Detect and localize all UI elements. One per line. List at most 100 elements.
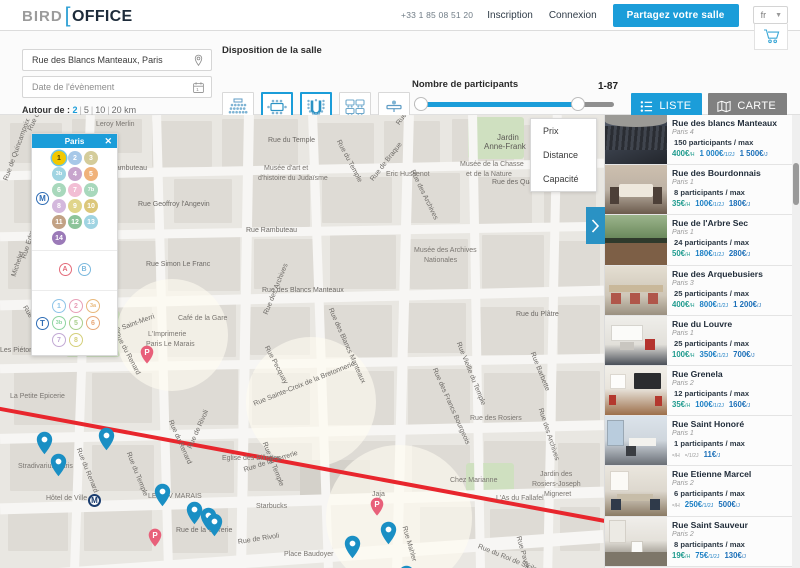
price-hour: 400€ (672, 300, 689, 309)
parking-marker[interactable]: P (148, 528, 162, 547)
metro-line-8[interactable]: 8 (52, 199, 66, 213)
location-field[interactable] (22, 49, 212, 71)
results-scrollbar-thumb[interactable] (793, 163, 799, 205)
price-hour: 50€ (672, 249, 685, 258)
metro-line-2[interactable]: 2 (68, 151, 82, 165)
result-card[interactable]: Rue de l'Arbre Sec Paris 1 24 participan… (605, 215, 800, 265)
price-day: 500€ (718, 500, 735, 509)
tram-line-1[interactable]: 1 (52, 299, 66, 313)
tram-line-2[interactable]: 2 (69, 299, 83, 313)
participants-slider[interactable] (414, 97, 614, 111)
result-info: Rue de l'Arbre Sec Paris 1 24 participan… (667, 215, 800, 264)
metro-line-14[interactable]: 14 (52, 231, 66, 245)
map-canvas[interactable]: Rue du Bouleau Leroy Merlin Jardin Anne-… (0, 115, 604, 568)
logo-text-bird: BIRD (22, 8, 63, 25)
result-name: Rue de l'Arbre Sec (672, 218, 798, 228)
price-hour-unit: /H (689, 353, 694, 359)
metro-line-5[interactable]: 5 (84, 167, 98, 181)
tram-line-5[interactable]: 5 (69, 316, 83, 330)
price-halfday-unit: /1/2J (723, 152, 734, 158)
result-card[interactable]: Rue Saint Sauveur Paris 2 8 participants… (605, 517, 800, 567)
date-input[interactable] (32, 82, 192, 92)
slider-handle-min[interactable] (414, 97, 428, 111)
radius-option-10[interactable]: 10 (95, 105, 105, 115)
metro-line-9[interactable]: 9 (68, 199, 82, 213)
tram-line-8[interactable]: 8 (69, 333, 83, 347)
venue-marker[interactable] (154, 483, 171, 507)
tram-line-3a[interactable]: 3a (86, 299, 100, 313)
map-icon (717, 100, 731, 113)
slider-fill (420, 102, 578, 107)
radius-option-20[interactable]: 20 (112, 105, 122, 115)
results-scrollbar[interactable] (792, 115, 800, 568)
price-halfday-unit: /1/2J (717, 353, 728, 359)
result-info: Rue des blancs Manteaux Paris 4 150 part… (667, 115, 800, 164)
venue-marker[interactable] (380, 521, 397, 545)
login-link[interactable]: Connexion (549, 10, 597, 21)
metro-line-4[interactable]: 4 (68, 167, 82, 181)
result-card[interactable]: Rue des Arquebusiers Paris 3 25 particip… (605, 266, 800, 316)
metro-station-marker[interactable]: M (88, 494, 101, 507)
result-thumbnail (605, 517, 667, 566)
share-room-button[interactable]: Partagez votre salle (613, 4, 739, 27)
result-card[interactable]: Rue Saint Honoré Paris 1 1 participants … (605, 416, 800, 466)
language-selector[interactable]: fr ▼ (753, 6, 788, 24)
metro-line-13[interactable]: 13 (84, 215, 98, 229)
results-list[interactable]: Rue des blancs Manteaux Paris 4 150 part… (604, 115, 800, 568)
tram-line-6[interactable]: 6 (86, 316, 100, 330)
expand-map-button[interactable] (586, 207, 605, 244)
sort-option-capacite[interactable]: Capacité (531, 167, 596, 191)
cart-button[interactable] (754, 24, 788, 50)
result-card[interactable]: Rue des Bourdonnais Paris 1 8 participan… (605, 165, 800, 215)
date-field[interactable]: 1 (22, 76, 212, 98)
result-prices: 19€/H 75€/1/2J 130€/J (672, 551, 798, 562)
sort-option-distance[interactable]: Distance (531, 143, 596, 167)
price-halfday: 100€ (695, 199, 712, 208)
metro-line-11[interactable]: 11 (52, 215, 66, 229)
metro-line-6[interactable]: 6 (52, 183, 66, 197)
parking-marker[interactable]: P (370, 497, 384, 516)
metro-line-10[interactable]: 10 (84, 199, 98, 213)
sort-option-prix[interactable]: Prix (531, 119, 596, 143)
venue-marker[interactable] (206, 513, 223, 537)
parking-marker[interactable]: P (140, 345, 154, 364)
rer-line-b[interactable]: B (78, 263, 91, 276)
signup-link[interactable]: Inscription (487, 10, 533, 21)
disposition-label: Disposition de la salle (222, 45, 322, 56)
venue-marker[interactable] (36, 431, 53, 455)
price-hour: 19€ (672, 551, 685, 560)
tram-line-7[interactable]: 7 (52, 333, 66, 347)
brand-logo[interactable]: BIRD [ OFFICE (22, 3, 132, 27)
result-card[interactable]: Rue du Louvre Paris 1 25 participants / … (605, 316, 800, 366)
result-card[interactable]: Rue des blancs Manteaux Paris 4 150 part… (605, 115, 800, 165)
metro-line-7b[interactable]: 7b (84, 183, 98, 197)
price-hour-unit: /H (675, 453, 680, 459)
price-halfday: 800€ (700, 300, 717, 309)
slider-handle-max[interactable] (571, 97, 585, 111)
price-day-unit: /J (751, 353, 755, 359)
metro-line-7[interactable]: 7 (68, 183, 82, 197)
result-thumbnail (605, 416, 667, 465)
rer-line-a[interactable]: A (59, 263, 72, 276)
venue-marker[interactable] (98, 427, 115, 451)
close-icon[interactable]: ✕ (104, 136, 112, 147)
metro-line-3b[interactable]: 3b (52, 167, 66, 181)
result-prices: 100€/H 350€/1/2J 700€/J (672, 350, 798, 361)
metro-line-3[interactable]: 3 (84, 151, 98, 165)
venue-marker[interactable] (50, 453, 67, 477)
result-card[interactable]: Rue Grenela Paris 2 12 participants / ma… (605, 366, 800, 416)
tram-line-3b[interactable]: 3b (52, 316, 66, 330)
metro-line-1[interactable]: 1 (52, 151, 66, 165)
svg-text:P: P (152, 531, 158, 540)
venue-marker[interactable] (344, 535, 361, 559)
tram-line-grid: 1 2 3a 3b 5 6 7 8 (52, 299, 113, 347)
radius-filter: Autour de : 2|5|10|20 km (22, 105, 136, 115)
metro-line-12[interactable]: 12 (68, 215, 82, 229)
location-input[interactable] (32, 55, 192, 65)
price-halfday: 250€ (685, 500, 702, 509)
result-name: Rue Etienne Marcel (672, 469, 798, 479)
radius-option-5[interactable]: 5 (84, 105, 89, 115)
radius-option-2[interactable]: 2 (73, 105, 78, 115)
result-arrondissement: Paris 4 (672, 128, 798, 137)
result-card[interactable]: Rue Etienne Marcel Paris 2 6 participant… (605, 466, 800, 516)
